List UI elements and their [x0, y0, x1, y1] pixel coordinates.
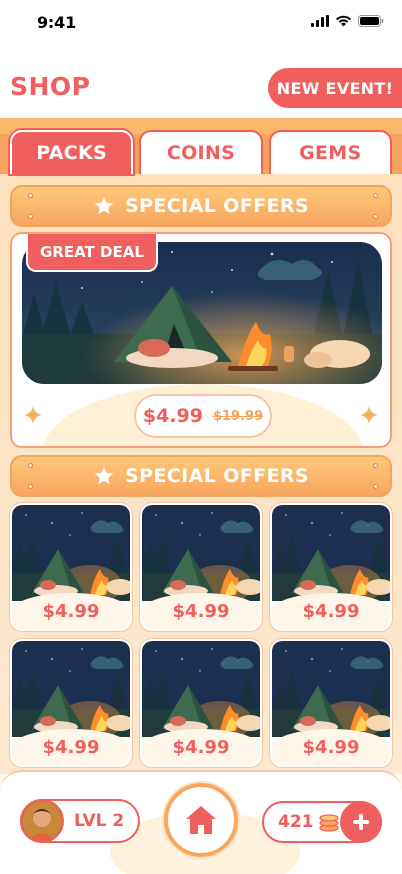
coin-count: 421 [278, 812, 314, 832]
campsite-thumbnail [12, 505, 130, 601]
shop-tabs: PACKS COINS GEMS [10, 130, 392, 174]
home-button[interactable] [164, 783, 238, 857]
add-coins-button[interactable] [340, 801, 382, 843]
current-price: $4.99 [142, 405, 203, 427]
player-level-button[interactable]: LVL 2 [20, 799, 140, 843]
campsite-thumbnail [142, 505, 260, 601]
shop-header: SHOP NEW EVENT! [0, 48, 402, 118]
rivet-decoration [373, 463, 378, 468]
pack-price: $4.99 [142, 593, 260, 629]
featured-price-button[interactable]: $4.99 $19.99 [134, 394, 272, 438]
rivet-decoration [28, 214, 33, 219]
status-bar: 9:41 [0, 0, 402, 48]
rivet-decoration [373, 484, 378, 489]
campsite-thumbnail [272, 641, 390, 737]
home-icon [186, 806, 216, 834]
pack-card[interactable]: $4.99 [10, 639, 132, 767]
pack-card[interactable]: $4.99 [140, 639, 262, 767]
campsite-thumbnail [12, 641, 130, 737]
tab-coins[interactable]: COINS [139, 130, 263, 174]
campsite-thumbnail [142, 641, 260, 737]
wifi-icon [336, 15, 351, 27]
special-offers-banner: SPECIAL OFFERS [10, 185, 392, 227]
page-title: SHOP [10, 72, 91, 101]
pack-card[interactable]: $4.99 [270, 639, 392, 767]
rivet-decoration [28, 463, 33, 468]
new-event-button[interactable]: NEW EVENT! [268, 68, 402, 108]
pack-price: $4.99 [12, 593, 130, 629]
pack-price: $4.99 [272, 593, 390, 629]
level-label: LVL 2 [74, 811, 125, 831]
pack-price: $4.99 [12, 729, 130, 765]
rivet-decoration [373, 214, 378, 219]
rivet-decoration [28, 193, 33, 198]
star-icon [94, 466, 114, 485]
plus-icon [353, 814, 369, 830]
campsite-thumbnail [272, 505, 390, 601]
pack-card[interactable]: $4.99 [270, 503, 392, 631]
avatar [20, 799, 64, 843]
featured-offer-card[interactable]: GREAT DEAL $4.99 $19.99 [10, 232, 392, 448]
status-icons [311, 15, 384, 27]
pack-price: $4.99 [142, 729, 260, 765]
rivet-decoration [373, 193, 378, 198]
original-price: $19.99 [212, 408, 264, 424]
packs-grid: $4.99 $4.99 $4.99 $4.99 $4.99 $4.99 [10, 503, 392, 767]
cellular-signal-icon [311, 15, 329, 27]
pack-card[interactable]: $4.99 [140, 503, 262, 631]
banner-label: SPECIAL OFFERS [124, 195, 310, 217]
coin-stack-icon [318, 814, 339, 832]
sparkle-icon [360, 406, 378, 424]
special-offers-banner: SPECIAL OFFERS [10, 455, 392, 497]
tab-gems[interactable]: GEMS [268, 130, 392, 174]
pack-price: $4.99 [272, 729, 390, 765]
tab-packs[interactable]: PACKS [10, 130, 134, 174]
status-time: 9:41 [37, 13, 76, 32]
banner-label: SPECIAL OFFERS [124, 465, 310, 487]
rivet-decoration [28, 484, 33, 489]
pack-card[interactable]: $4.99 [10, 503, 132, 631]
star-icon [94, 196, 114, 215]
battery-icon [358, 15, 384, 27]
sparkle-icon [24, 406, 42, 424]
great-deal-badge: GREAT DEAL [26, 234, 158, 272]
